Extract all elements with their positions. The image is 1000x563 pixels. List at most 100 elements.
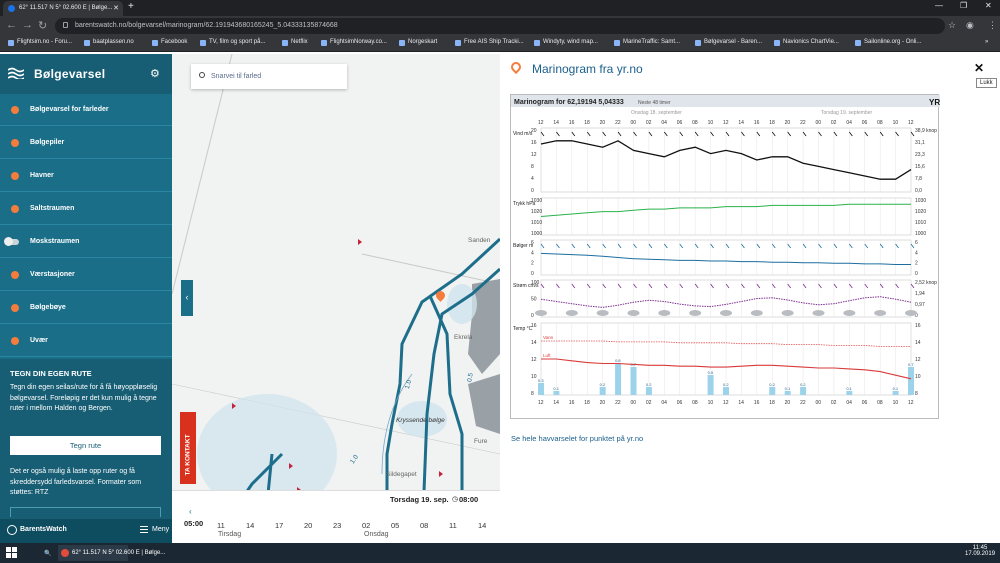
hamburger-icon[interactable] [140,526,148,533]
timeline-hour[interactable]: 11 [449,521,457,530]
timeline-hour[interactable]: 11 [217,521,225,530]
yr-link[interactable]: Se hele havvarselet for punktet på yr.no [511,434,643,443]
app-logo[interactable]: Bølgevarsel [34,67,105,81]
precip-bar [846,391,853,395]
x-tick-label: 12 [538,400,544,406]
more-bookmarks-icon[interactable]: » [985,39,988,45]
sidebar-item[interactable]: Bølgevarsel for farleder [0,94,172,126]
sidebar-item[interactable]: Bølgebøye [0,292,172,324]
weather-cloud-icon [905,310,917,316]
gear-icon[interactable]: ⚙ [150,67,160,80]
timeline-hour[interactable]: 05 [391,521,399,530]
sidebar-item[interactable]: Saltstraumen [0,193,172,225]
menu-button[interactable]: Meny [152,526,169,533]
right-tick-label: 1000 [915,231,926,237]
contact-button[interactable]: TA KONTAKT [180,412,196,484]
forward-icon[interactable]: → [22,19,33,31]
collapse-sidebar-button[interactable]: ‹ [181,280,193,316]
panel-label: Temp °C [513,326,533,332]
timeline-hour[interactable]: 20 [304,521,312,530]
bookmark[interactable]: Free AIS Ship Tracki... [455,39,524,46]
timeline-hour[interactable]: 02 [362,521,370,530]
search-taskbar-icon[interactable]: 🔍 [30,545,51,561]
star-icon[interactable]: ☆ [948,20,956,31]
timeline-hour[interactable]: 08 [420,521,428,530]
minimize-icon[interactable]: — [935,1,943,10]
draw-route-button[interactable]: Tegn rute [10,436,161,455]
bookmarks-bar: Flightsim.no - Foru... baatplassen.no Fa… [0,36,1000,52]
x-tick-label: 12 [538,120,544,126]
precip-label: 0.5 [708,370,714,375]
bookmark[interactable]: Bølgevarsel - Baren... [695,39,762,46]
bookmark[interactable]: Windyty, wind map... [534,39,598,46]
x-tick-label: 02 [831,120,837,126]
address-bar-row: ← → ↻ barentswatch.no/bolgevarsel/marino… [0,16,1000,36]
x-tick-label: 06 [677,120,683,126]
sidebar-item[interactable]: Havner [0,160,172,192]
browser-tab-bar: 62° 11.517 N 5° 02.600 E | Bølge... ✕ + … [0,0,1000,16]
chrome-icon [61,549,69,557]
bookmark[interactable]: Flightsim.no - Foru... [8,39,72,46]
precip-bar [892,391,899,395]
bookmark[interactable]: baatplassen.no [84,39,134,46]
close-icon[interactable]: ✕ [974,61,984,75]
windows-start-icon[interactable] [6,547,17,558]
bookmark[interactable]: Norgeskart [399,39,437,46]
netflix-icon [282,40,288,46]
right-tick-label: 2,52 knop [915,280,937,286]
bookmark[interactable]: TV, film og sport på... [200,39,265,46]
sidebar-item[interactable]: Værstasjoner [0,259,172,291]
timeline-hour[interactable]: 23 [333,521,341,530]
chevron-left-icon[interactable]: ‹ [189,507,192,516]
x-tick-label: 20 [785,120,791,126]
day-label: Onsdag 18. september [631,110,682,116]
reload-icon[interactable]: ↻ [38,19,47,32]
browser-tab[interactable]: 62° 11.517 N 5° 02.600 E | Bølge... ✕ [3,1,123,16]
bookmark[interactable]: Sailonline.org - Onli... [855,39,921,46]
sidebar-header: Bølgevarsel ⚙ [0,54,172,94]
x-tick-label: 04 [661,120,667,126]
right-tick-label: 7,8 [915,176,922,182]
bookmark[interactable]: MarineTraffic: Samt... [614,39,680,46]
precip-bar [615,363,622,395]
bookmark[interactable]: Netflix [282,39,308,46]
more-icon[interactable]: ⋮ [988,20,997,31]
timeline-hour[interactable]: 17 [275,521,283,530]
bookmark-icon [399,40,405,46]
bookmark[interactable]: Facebook [152,39,187,46]
timeline-hour[interactable]: 14 [478,521,486,530]
x-tick-label: 14 [738,120,744,126]
sidebar-item[interactable]: Bølgepiler [0,127,172,159]
precip-bar [538,383,544,395]
upload-route-box[interactable] [10,507,161,517]
map[interactable]: Sanden Ekrela Kryssende bølge Fure Silde… [172,54,500,543]
taskbar-chrome-window[interactable]: 62° 11.517 N 5° 02.600 E | Bølge... [58,545,165,561]
x-tick-label: 08 [877,120,883,126]
close-window-icon[interactable]: ✕ [985,1,992,10]
x-tick-label: 16 [569,120,575,126]
x-tick-label: 18 [769,120,775,126]
timeline-hour[interactable]: 14 [246,521,254,530]
new-tab-icon[interactable]: + [128,1,134,12]
sidebar-item[interactable]: Moskstraumen [0,226,172,258]
bookmark[interactable]: Navionics ChartVie... [774,39,839,46]
place-label-fure: Fure [474,438,488,445]
weather-cloud-icon [874,310,887,316]
barentswatch-logo[interactable]: BarentsWatch [20,526,67,533]
back-icon[interactable]: ← [6,19,17,31]
extension-icon[interactable]: ◉ [966,20,974,31]
time-slider[interactable]: ‹ Torsdag 19. sep. ◷ 08:00 05:00 11 14 17 2… [172,490,500,543]
status-dot-icon [11,271,19,279]
bookmark-icon [695,40,701,46]
x-tick-label: 12 [723,400,729,406]
close-tab-icon[interactable]: ✕ [113,4,119,12]
url-field[interactable]: barentswatch.no/bolgevarsel/marinogram/6… [55,18,945,34]
precip-label: 0.8 [615,358,621,363]
search-input[interactable]: Snarvei til farled [191,64,347,89]
bookmark[interactable]: FlightsimNorway.co... [321,39,387,46]
restore-icon[interactable]: ❐ [960,1,967,10]
sidebar-item[interactable]: Uvær [0,325,172,357]
sidebar-item-label: Saltstraumen [30,205,75,212]
toggle-switch[interactable] [4,237,19,246]
map-canvas [172,54,500,543]
